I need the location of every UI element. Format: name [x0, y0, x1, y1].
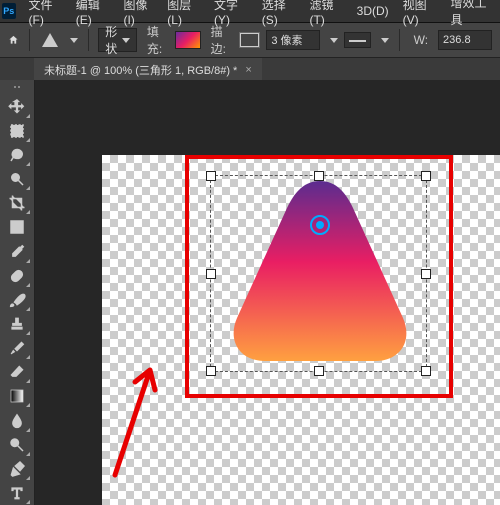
chevron-down-icon[interactable]	[381, 38, 389, 43]
annotation-arrow-icon	[105, 360, 165, 490]
tool-mode-label: 形状	[105, 23, 118, 57]
tool-panel	[0, 80, 35, 505]
options-bar: 形状 填充: 描边: W:	[0, 23, 500, 58]
transform-handle[interactable]	[314, 171, 324, 181]
shape-preset-icon[interactable]	[42, 33, 58, 47]
canvas-area[interactable]	[35, 80, 500, 505]
workspace	[0, 80, 500, 505]
gradient-tool[interactable]	[3, 384, 31, 408]
width-input[interactable]	[438, 30, 492, 50]
width-label: W:	[414, 33, 428, 47]
panel-grip-icon[interactable]	[10, 86, 24, 91]
transform-handle[interactable]	[421, 171, 431, 181]
chevron-down-icon[interactable]	[330, 38, 338, 43]
stroke-swatch[interactable]	[239, 32, 260, 48]
separator	[29, 29, 30, 51]
transform-bounding-box[interactable]	[210, 175, 427, 372]
stroke-style-select[interactable]	[344, 32, 371, 48]
chevron-down-icon[interactable]	[70, 38, 78, 43]
stroke-label: 描边:	[211, 23, 230, 57]
frame-tool[interactable]	[3, 215, 31, 239]
app-logo-icon: Ps	[2, 3, 16, 19]
transform-handle[interactable]	[206, 366, 216, 376]
menu-select[interactable]: 选择(S)	[255, 0, 303, 27]
separator	[399, 29, 400, 51]
home-icon[interactable]	[8, 32, 19, 48]
menu-file[interactable]: 文件(F)	[22, 0, 69, 27]
fill-swatch[interactable]	[175, 31, 200, 49]
menu-plugins[interactable]: 增效工具	[443, 0, 498, 28]
move-tool[interactable]	[3, 95, 31, 119]
menubar: Ps 文件(F) 编辑(E) 图像(I) 图层(L) 文字(Y) 选择(S) 滤…	[0, 0, 500, 23]
type-tool[interactable]	[3, 481, 31, 505]
document-tab[interactable]: 未标题-1 @ 100% (三角形 1, RGB/8#) * ×	[34, 58, 262, 82]
menu-filter[interactable]: 滤镜(T)	[302, 0, 349, 27]
stamp-tool[interactable]	[3, 312, 31, 336]
menu-view[interactable]: 视图(V)	[396, 0, 444, 27]
transform-handle[interactable]	[206, 269, 216, 279]
brush-tool[interactable]	[3, 288, 31, 312]
menu-3d[interactable]: 3D(D)	[350, 4, 396, 18]
eraser-tool[interactable]	[3, 360, 31, 384]
separator	[88, 29, 89, 51]
close-icon[interactable]: ×	[245, 64, 251, 76]
tool-mode-select[interactable]: 形状	[98, 28, 137, 52]
transform-pivot-icon[interactable]	[310, 215, 330, 235]
history-brush-tool[interactable]	[3, 336, 31, 360]
heal-tool[interactable]	[3, 264, 31, 288]
lasso-tool[interactable]	[3, 143, 31, 167]
transform-handle[interactable]	[206, 171, 216, 181]
tab-title: 未标题-1 @ 100% (三角形 1, RGB/8#) *	[44, 62, 237, 78]
stroke-width-input[interactable]	[266, 30, 320, 50]
pen-tool[interactable]	[3, 457, 31, 481]
chevron-down-icon	[122, 38, 130, 43]
fill-label: 填充:	[147, 23, 166, 57]
menu-layer[interactable]: 图层(L)	[160, 0, 207, 27]
crop-tool[interactable]	[3, 191, 31, 215]
dodge-tool[interactable]	[3, 433, 31, 457]
transform-handle[interactable]	[421, 366, 431, 376]
blur-tool[interactable]	[3, 408, 31, 432]
eyedropper-tool[interactable]	[3, 239, 31, 263]
transform-handle[interactable]	[421, 269, 431, 279]
marquee-tool[interactable]	[3, 119, 31, 143]
quick-select-tool[interactable]	[3, 167, 31, 191]
transform-handle[interactable]	[314, 366, 324, 376]
